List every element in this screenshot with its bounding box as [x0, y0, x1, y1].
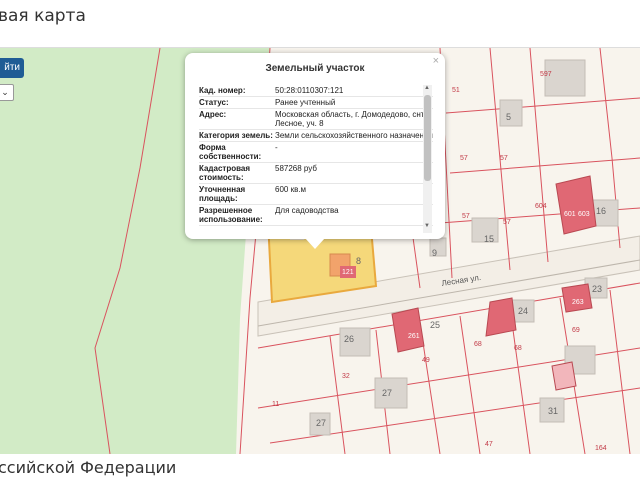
prop-row-category: Категория земель: Земли сельскохозяйствен… [199, 130, 433, 142]
prop-row-area: Уточненная площадь: 600 кв.м [199, 184, 433, 205]
popup-properties: Кад. номер: 50:28:0110307:121 Статус: Ране… [199, 85, 433, 233]
label-69: 69 [572, 327, 580, 334]
label-601: 601 [564, 211, 576, 218]
prop-row-usage: Разрешенное использование: Для садоводств… [199, 205, 433, 226]
prop-value: Земли сельскохозяйственного назначения [275, 131, 433, 140]
prop-key: Уточненная площадь: [199, 185, 246, 203]
label-16: 16 [596, 206, 606, 216]
label-261: 261 [408, 333, 420, 340]
prop-value: 587268 руб [275, 164, 317, 173]
prop-row-cadnum: Кад. номер: 50:28:0110307:121 [199, 85, 433, 97]
prop-value: Ранее учтенный [275, 98, 336, 107]
label-11: 11 [272, 401, 279, 408]
label-121: 121 [342, 269, 354, 276]
prop-key: Разрешенное использование: [199, 206, 263, 224]
prop-row-address: Адрес: Московская область, г. Домодедово,… [199, 109, 433, 130]
label-31: 31 [548, 406, 558, 416]
label-27a: 27 [316, 418, 326, 428]
label-597: 597 [540, 71, 552, 78]
label-25: 25 [430, 320, 440, 330]
scroll-up-icon[interactable]: ▲ [424, 85, 430, 91]
label-49: 49 [422, 357, 430, 364]
find-button[interactable]: йти [0, 58, 24, 78]
prop-row-status: Статус: Ранее учтенный [199, 97, 433, 109]
label-603: 603 [578, 211, 590, 218]
label-263: 263 [572, 299, 584, 306]
prop-key: Кадастровая стоимость: [199, 164, 251, 182]
prop-row-cost: Кадастровая стоимость: 587268 руб [199, 163, 433, 184]
label-164: 164 [595, 445, 607, 452]
label-26: 26 [344, 334, 354, 344]
popup-scrollbar[interactable]: ▲ ▼ [423, 85, 432, 233]
popup-pointer [305, 238, 325, 249]
label-8: 8 [356, 256, 361, 266]
label-5: 5 [506, 112, 511, 122]
label-68b: 68 [514, 345, 522, 352]
parcel-popup: × Земельный участок Кад. номер: 50:28:011… [185, 53, 445, 239]
scroll-down-icon[interactable]: ▼ [424, 223, 430, 229]
label-604: 604 [535, 203, 547, 210]
prop-key: Форма собственности: [199, 143, 262, 161]
prop-key: Кад. номер: [199, 86, 246, 95]
label-24: 24 [518, 306, 528, 316]
label-68a: 68 [474, 341, 482, 348]
prop-key: Категория земель: [199, 131, 273, 140]
label-47: 47 [485, 441, 493, 448]
prop-value: Для садоводства [275, 206, 339, 215]
label-57d: 57 [503, 219, 511, 226]
popup-title: Земельный участок [265, 63, 365, 74]
prop-value: Московская область, г. Домодедово, снт Л… [275, 110, 425, 128]
prop-value: 50:28:0110307:121 [275, 86, 344, 95]
label-23: 23 [592, 284, 602, 294]
label-9: 9 [432, 248, 437, 258]
page-title: вая карта [0, 6, 86, 26]
label-57c: 57 [462, 213, 470, 220]
label-27b: 27 [382, 388, 392, 398]
scroll-thumb[interactable] [424, 95, 431, 181]
label-15: 15 [484, 234, 494, 244]
layer-select[interactable]: ⌄ [0, 84, 14, 101]
label-57b: 57 [500, 155, 508, 162]
prop-value: 600 кв.м [275, 185, 307, 194]
label-51: 51 [452, 87, 460, 94]
prop-value: - [275, 143, 278, 152]
prop-row-ownership: Форма собственности: - [199, 142, 433, 163]
prop-key: Статус: [199, 98, 229, 107]
label-57a: 57 [460, 155, 468, 162]
prop-key: Адрес: [199, 110, 227, 119]
label-32: 32 [342, 373, 350, 380]
section-title: ссийской Федерации [0, 458, 177, 477]
